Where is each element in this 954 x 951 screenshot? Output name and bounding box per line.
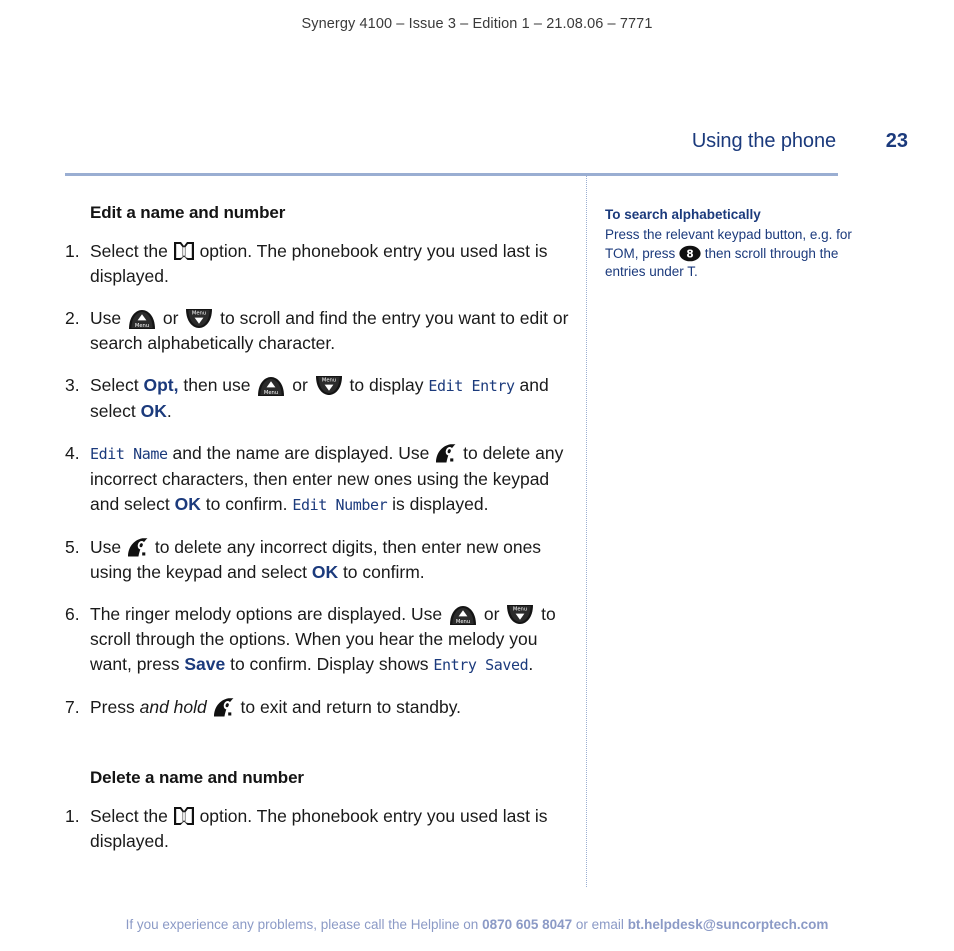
softkey-label: OK (174, 494, 201, 514)
page-footer: If you experience any problems, please c… (0, 917, 954, 932)
emphasis-text: and hold (139, 697, 207, 717)
footer-mid: or email (572, 917, 628, 932)
footer-email: bt.helpdesk@suncorptech.com (627, 917, 829, 932)
display-text: Edit Name (90, 445, 168, 463)
step-item: 1. Select the option. The phonebook entry… (65, 239, 575, 289)
body-text: Use (90, 537, 126, 557)
svg-text:Menu: Menu (456, 619, 470, 625)
menu-down-icon: Menu (183, 308, 215, 330)
page-number: 23 (885, 130, 908, 152)
step-item: 1. Select the option. The phonebook entry… (65, 804, 575, 854)
display-text: Edit Entry (428, 377, 515, 395)
step-item: 5. Use to delete any incorrect digits, th… (65, 535, 575, 585)
body-text: or (287, 375, 313, 395)
svg-text:Menu: Menu (192, 311, 206, 317)
step-number: 4. (65, 443, 80, 463)
body-text: . (528, 654, 534, 674)
delete-steps-list: 1. Select the option. The phonebook entry… (65, 804, 575, 854)
heading-edit-a-name-and-number: Edit a name and number (90, 203, 286, 222)
step-number: 1. (65, 806, 80, 826)
body-text: then use (178, 375, 256, 395)
softkey-label: OK (140, 401, 167, 421)
softkey-label: OK (311, 562, 339, 582)
step-item: 2. Use Menu or Menu to scroll and find th… (65, 306, 575, 356)
body-text: to confirm. (338, 562, 425, 582)
edit-steps-list: 1. Select the option. The phonebook entry… (65, 239, 575, 720)
display-text: Entry Saved (433, 656, 529, 674)
body-text: Select the (90, 241, 173, 261)
hangup-icon (126, 537, 150, 559)
main-column: Edit a name and number 1. Select the opti… (65, 203, 575, 871)
page-header: Using the phone 23 (65, 130, 908, 153)
sidebar-body: Press the relevant keypad button, e.g. f… (605, 226, 855, 282)
step-number: 2. (65, 308, 80, 328)
svg-text:Menu: Menu (513, 607, 527, 613)
body-text: to exit and return to standby. (235, 697, 462, 717)
body-text: Select the (90, 806, 173, 826)
step-item: 4. Edit Name and the name are displayed. … (65, 441, 575, 518)
body-text: and the name are displayed. Use (167, 443, 435, 463)
svg-text:Menu: Menu (264, 390, 278, 396)
svg-text:Menu: Menu (322, 378, 336, 384)
section-title: Using the phone (691, 130, 836, 152)
body-text: to confirm. Display shows (225, 654, 434, 674)
step-item: 7. Press and hold to exit and return to s… (65, 695, 575, 720)
column-divider (586, 175, 587, 887)
step-number: 3. (65, 375, 80, 395)
sidebar-note: To search alphabetically Press the relev… (605, 206, 855, 282)
hangup-icon (212, 697, 236, 719)
keypad-8-icon: 8 (679, 245, 701, 262)
menu-down-icon: Menu (504, 604, 536, 626)
menu-up-icon: Menu (255, 375, 287, 397)
body-text: is displayed. (387, 494, 489, 514)
menu-up-icon: Menu (126, 308, 158, 330)
header-rule (65, 173, 838, 176)
running-head: Synergy 4100 – Issue 3 – Edition 1 – 21.… (301, 16, 653, 32)
body-text: or (479, 604, 505, 624)
body-text: Use (90, 308, 126, 328)
step-item: 3. Select Opt, then use Menu or Menu to d… (65, 373, 575, 424)
body-text: to confirm. (200, 494, 293, 514)
svg-text:8: 8 (686, 248, 693, 260)
phonebook-icon (173, 806, 195, 826)
svg-text:Menu: Menu (135, 323, 149, 329)
step-number: 7. (65, 697, 80, 717)
body-text: to display (344, 375, 429, 395)
footer-phone: 0870 605 8047 (482, 917, 573, 932)
body-text: or (157, 308, 184, 328)
body-text: Press (90, 697, 140, 717)
body-text: Select (90, 375, 144, 395)
softkey-label: Save (184, 654, 226, 674)
menu-down-icon: Menu (313, 375, 345, 397)
heading-delete-a-name-and-number: Delete a name and number (90, 768, 304, 787)
softkey-label: Opt, (143, 375, 179, 395)
menu-up-icon: Menu (447, 604, 479, 626)
step-number: 1. (65, 241, 80, 261)
step-number: 5. (65, 537, 80, 557)
footer-lead: If you experience any problems, please c… (125, 917, 483, 932)
sidebar-heading: To search alphabetically (605, 207, 761, 222)
step-number: 6. (65, 604, 80, 624)
display-text: Edit Number (292, 496, 388, 514)
step-item: 6. The ringer melody options are displaye… (65, 602, 575, 678)
hangup-icon (434, 443, 458, 465)
phonebook-icon (173, 241, 195, 261)
body-text: . (166, 401, 172, 421)
body-text: The ringer melody options are displayed.… (90, 604, 447, 624)
